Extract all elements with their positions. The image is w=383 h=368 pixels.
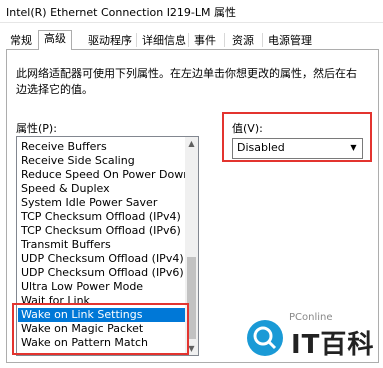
list-item[interactable]: TCP Checksum Offload (IPv4) xyxy=(21,210,181,224)
description-line-2: 边选择它的值。 xyxy=(16,83,93,96)
list-item[interactable]: System Idle Power Saver xyxy=(21,196,157,210)
list-item[interactable]: Reduce Speed On Power Down xyxy=(21,168,190,182)
window-title: Intel(R) Ethernet Connection I219-LM 属性 xyxy=(6,6,237,19)
tab-driver[interactable]: 驱动程序 xyxy=(82,32,138,50)
list-item[interactable]: Receive Side Scaling xyxy=(21,154,135,168)
property-label: 属性(P): xyxy=(16,122,57,135)
watermark-text: IT百科 xyxy=(291,330,375,360)
annotation-box-value xyxy=(222,112,372,162)
tab-power-management[interactable]: 电源管理 xyxy=(262,32,318,50)
tab-separator xyxy=(224,33,225,47)
list-item[interactable]: TCP Checksum Offload (IPv6) xyxy=(21,224,181,238)
tab-resources[interactable]: 资源 xyxy=(226,32,260,50)
list-item[interactable]: Speed & Duplex xyxy=(21,182,110,196)
list-item[interactable]: Ultra Low Power Mode xyxy=(21,280,143,294)
scroll-up-icon[interactable]: ▲ xyxy=(185,137,198,150)
title-bar: Intel(R) Ethernet Connection I219-LM 属性 xyxy=(0,0,383,23)
watermark-brand: PConline xyxy=(289,312,333,323)
tab-advanced[interactable]: 高级 xyxy=(38,30,72,50)
list-item[interactable]: UDP Checksum Offload (IPv4) xyxy=(21,252,184,266)
description-line-1: 此网络适配器可使用下列属性。在左边单击你想更改的属性，然后在右 xyxy=(16,67,357,80)
description-text: 此网络适配器可使用下列属性。在左边单击你想更改的属性，然后在右 边选择它的值。 xyxy=(16,66,366,98)
tab-details[interactable]: 详细信息 xyxy=(136,32,192,50)
watermark: PConline IT百科 xyxy=(247,310,377,360)
tab-strip: 常规 高级 驱动程序 详细信息 事件 资源 电源管理 xyxy=(0,30,383,50)
annotation-box-list xyxy=(12,303,189,355)
magnifier-logo-icon xyxy=(247,320,283,356)
tab-general[interactable]: 常规 xyxy=(4,32,38,50)
list-item[interactable]: Transmit Buffers xyxy=(21,238,111,252)
tab-events[interactable]: 事件 xyxy=(188,32,222,50)
list-item[interactable]: UDP Checksum Offload (IPv6) xyxy=(21,266,184,280)
list-item[interactable]: Receive Buffers xyxy=(21,140,107,154)
